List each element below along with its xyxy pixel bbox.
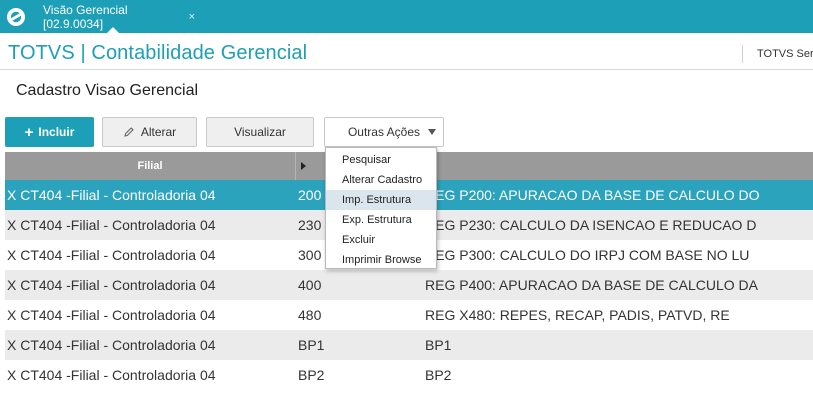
cell-filial: X CT404 -Filial - Controladoria 04 xyxy=(7,277,216,293)
cell-description: REG P300: CALCULO DO IRPJ COM BASE NO LU xyxy=(425,247,750,263)
column-arrow-icon[interactable] xyxy=(301,162,306,170)
column-separator xyxy=(295,152,296,180)
menu-item[interactable]: Exp. Estrutura xyxy=(326,210,436,230)
cell-description: BP1 xyxy=(425,337,452,353)
chevron-down-icon xyxy=(428,129,436,135)
pencil-icon xyxy=(124,127,134,137)
menu-item[interactable]: Excluir xyxy=(326,230,436,250)
app-header: TOTVS | Contabilidade Gerencial TOTVS Se… xyxy=(0,36,813,70)
close-icon[interactable]: × xyxy=(189,11,195,23)
cell-code: 400 xyxy=(298,277,322,293)
cell-description: REG P400: APURACAO DA BASE DE CALCULO DA xyxy=(425,277,759,293)
table-row[interactable]: X CT404 -Filial - Controladoria 04 BP1 BP1 xyxy=(5,330,813,360)
cell-code: 480 xyxy=(298,307,322,323)
active-tab-indicator xyxy=(107,27,119,33)
cell-description: REG P230: CALCULO DA ISENCAO E REDUCAO D xyxy=(425,217,757,233)
cell-filial: X CT404 -Filial - Controladoria 04 xyxy=(7,187,216,203)
outras-acoes-menu: Pesquisar Alterar Cadastro Imp. Estrutura E… xyxy=(325,147,437,269)
outras-acoes-label: Outras Ações xyxy=(347,125,421,139)
app-window: Visão Gerencial [02.9.0034] × TOTVS | Co… xyxy=(0,0,813,395)
plus-icon: + xyxy=(24,123,34,141)
cell-filial: X CT404 -Filial - Controladoria 04 xyxy=(7,247,216,263)
alterar-label: Alterar xyxy=(140,125,177,139)
incluir-button[interactable]: + Incluir xyxy=(5,117,94,147)
app-title: TOTVS | Contabilidade Gerencial xyxy=(8,42,308,64)
incluir-label: Incluir xyxy=(38,125,75,139)
menu-item[interactable]: Imprimir Browse xyxy=(326,250,436,270)
cell-code: 230 xyxy=(298,217,322,233)
cell-description: REG X480: REPES, RECAP, PADIS, PATVD, RE xyxy=(425,307,730,323)
cell-filial: X CT404 -Filial - Controladoria 04 xyxy=(7,307,216,323)
page-title: Cadastro Visao Gerencial xyxy=(16,82,199,99)
menu-item[interactable]: Imp. Estrutura xyxy=(326,190,436,210)
totvs-logo-icon[interactable] xyxy=(6,7,26,27)
cell-filial: X CT404 -Filial - Controladoria 04 xyxy=(7,337,216,353)
table-row[interactable]: X CT404 -Filial - Controladoria 04 480 REG… xyxy=(5,300,813,330)
table-row[interactable]: X CT404 -Filial - Controladoria 04 BP2 BP2 xyxy=(5,360,813,390)
system-label: TOTVS Ser xyxy=(757,48,813,60)
header-divider xyxy=(742,45,743,63)
visualizar-button[interactable]: Visualizar xyxy=(206,117,314,147)
menu-item[interactable]: Pesquisar xyxy=(326,150,436,170)
visualizar-label: Visualizar xyxy=(234,125,286,139)
alterar-button[interactable]: Alterar xyxy=(102,117,197,147)
top-tab-bar: Visão Gerencial [02.9.0034] × xyxy=(0,0,813,33)
column-header-filial[interactable]: Filial xyxy=(5,152,295,180)
menu-item[interactable]: Alterar Cadastro xyxy=(326,170,436,190)
cell-description: REG P200: APURACAO DA BASE DE CALCULO DO xyxy=(425,187,760,203)
table-row[interactable]: X CT404 -Filial - Controladoria 04 400 REG… xyxy=(5,270,813,300)
cell-code: 300 xyxy=(298,247,322,263)
cell-code: 200 xyxy=(298,187,322,203)
cell-code: BP2 xyxy=(298,367,325,383)
cell-description: BP2 xyxy=(425,367,452,383)
outras-acoes-button[interactable]: Outras Ações xyxy=(324,117,444,147)
cell-filial: X CT404 -Filial - Controladoria 04 xyxy=(7,367,216,383)
cell-code: BP1 xyxy=(298,337,325,353)
cell-filial: X CT404 -Filial - Controladoria 04 xyxy=(7,217,216,233)
